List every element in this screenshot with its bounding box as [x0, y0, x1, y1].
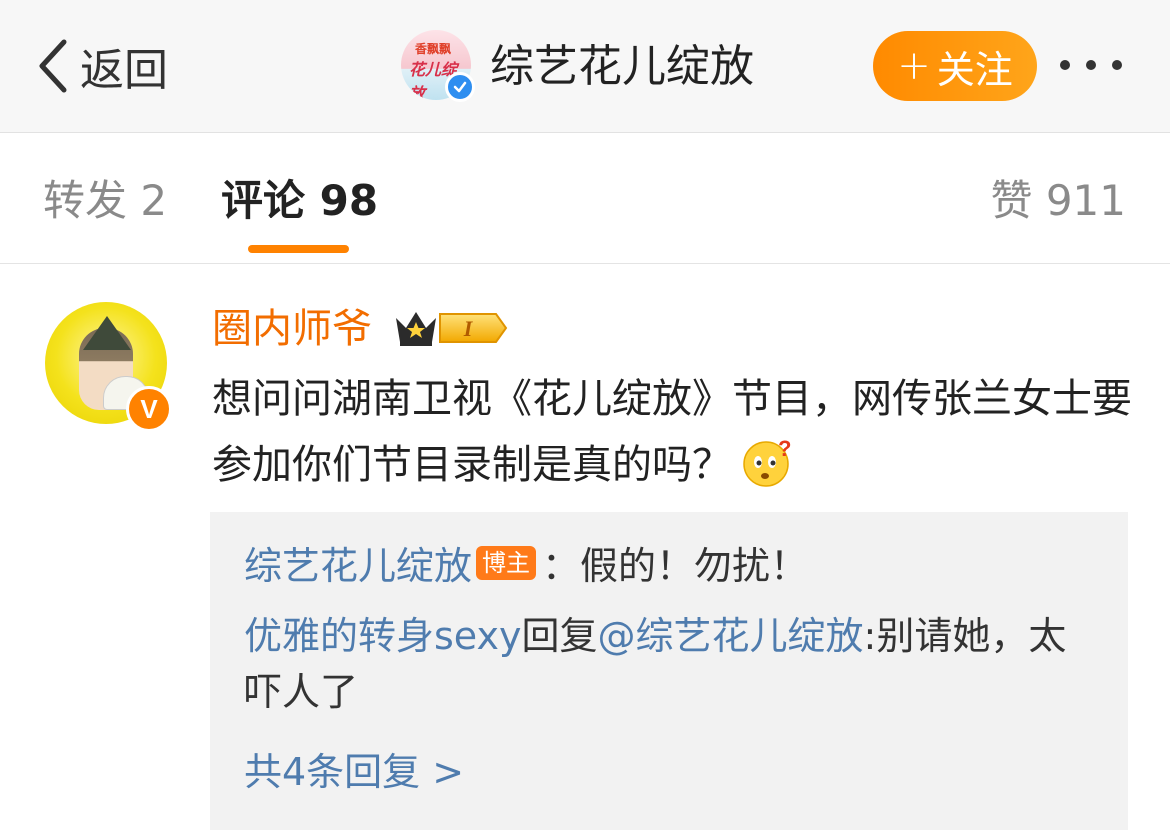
- account-name-title[interactable]: 综艺花儿绽放: [490, 38, 754, 96]
- back-label: 返回: [80, 45, 168, 96]
- comment-text: 想问问湖南卫视《花儿绽放》节目，网传张兰女士要参加你们节目录制是真的吗？ ?: [212, 366, 1132, 498]
- avatar-logo-top: 香飘飘: [415, 42, 452, 56]
- rank-level: I: [463, 316, 474, 341]
- reply-word: 回复: [521, 614, 598, 658]
- reply-mention[interactable]: @综艺花儿绽放: [598, 614, 864, 658]
- reply-text: ：假的！勿扰！: [542, 544, 809, 588]
- comment-body: 想问问湖南卫视《花儿绽放》节目，网传张兰女士要参加你们节目录制是真的吗？: [212, 376, 1132, 488]
- verified-icon: [445, 72, 475, 102]
- follow-button[interactable]: + 关注: [873, 31, 1037, 101]
- thinking-face-icon: ?: [742, 436, 794, 488]
- replies-box: 综艺花儿绽放 博主 ：假的！勿扰！ 优雅的转身sexy回复@综艺花儿绽放:别请她，太…: [210, 512, 1128, 830]
- more-dots-icon[interactable]: [1060, 60, 1122, 70]
- active-tab-indicator: [248, 245, 349, 253]
- svg-text:?: ?: [778, 436, 791, 461]
- host-badge: 博主: [476, 546, 537, 580]
- plus-icon: +: [897, 43, 931, 89]
- vip-mark: V: [140, 393, 158, 424]
- tab-like[interactable]: 赞 911: [990, 173, 1126, 229]
- back-button[interactable]: 返回: [36, 36, 168, 96]
- crown-rank-icon: I: [396, 312, 508, 346]
- reply-item: 综艺花儿绽放 博主 ：假的！勿扰！: [244, 538, 808, 594]
- reply-author[interactable]: 综艺花儿绽放: [244, 544, 472, 588]
- tab-comment[interactable]: 评论 98: [221, 173, 378, 229]
- more-replies-link[interactable]: 共4条回复 >: [244, 744, 464, 800]
- reply-author[interactable]: 优雅的转身sexy: [244, 614, 522, 658]
- account-avatar[interactable]: 香飘飘 花儿绽放: [401, 30, 475, 102]
- back-chevron-icon: [39, 39, 67, 93]
- follow-label: 关注: [936, 47, 1013, 92]
- tab-repost[interactable]: 转发 2: [43, 173, 167, 229]
- vip-badge-icon: V: [126, 386, 172, 432]
- commenter-name[interactable]: 圈内师爷: [212, 302, 372, 356]
- tab-bar: 转发 2 评论 98 赞 911: [0, 133, 1170, 264]
- navigation-bar: 返回 香飘飘 花儿绽放 综艺花儿绽放 + 关注: [0, 0, 1170, 133]
- reply-item: 优雅的转身sexy回复@综艺花儿绽放:别请她，太吓人了: [244, 608, 1084, 720]
